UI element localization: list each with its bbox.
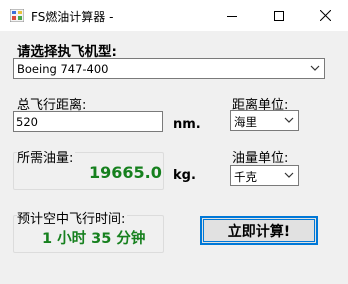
fuel-unit-selected: 千克 <box>234 170 257 184</box>
minimize-icon <box>227 15 237 17</box>
distance-unit-select[interactable]: 海里 <box>230 110 299 131</box>
flight-time-result: 1 小时 35 分钟 <box>42 231 146 247</box>
chevron-down-icon <box>284 172 294 178</box>
window-title: FS燃油计算器 - <box>31 10 114 24</box>
app-icon <box>10 9 24 22</box>
calculate-button-label: 立即计算! <box>227 223 291 240</box>
title-bar[interactable]: FS燃油计算器 - <box>0 0 348 31</box>
distance-unit-abbr: nm. <box>173 117 201 132</box>
maximize-button[interactable] <box>256 0 302 31</box>
chevron-down-icon <box>310 65 320 71</box>
fuel-unit-select[interactable]: 千克 <box>230 165 299 186</box>
flight-time-label: 预计空中飞行时间: <box>17 208 128 227</box>
close-icon <box>319 10 331 21</box>
aircraft-label: 请选择执飞机型: <box>17 44 117 60</box>
aircraft-selected-value: Boeing 747-400 <box>17 62 109 76</box>
close-button[interactable] <box>302 0 348 31</box>
distance-unit-selected: 海里 <box>234 115 257 129</box>
chevron-down-icon <box>284 117 294 123</box>
fuel-unit-label: 油量单位: <box>232 151 289 166</box>
aircraft-select[interactable]: Boeing 747-400 <box>13 58 325 79</box>
fuel-label: 所需油量: <box>17 147 76 166</box>
fuel-result: 19665.0 <box>89 163 162 182</box>
distance-input[interactable]: 520 <box>13 111 163 132</box>
minimize-button[interactable] <box>209 0 255 31</box>
calculate-button[interactable]: 立即计算! <box>200 216 318 245</box>
maximize-icon <box>274 10 284 21</box>
fuel-unit-abbr: kg. <box>173 168 196 183</box>
